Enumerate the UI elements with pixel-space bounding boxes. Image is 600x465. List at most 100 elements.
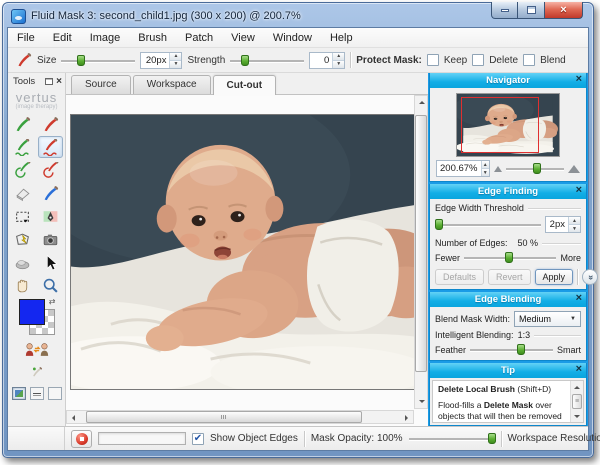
strength-slider[interactable] bbox=[230, 54, 304, 67]
view-split-button[interactable] bbox=[30, 387, 44, 400]
canvas-horizontal-scrollbar[interactable] bbox=[66, 410, 414, 424]
threshold-spin-down-button[interactable]: ▼ bbox=[569, 224, 580, 232]
scroll-right-icon[interactable] bbox=[400, 411, 413, 424]
size-slider[interactable] bbox=[61, 54, 135, 67]
defaults-button[interactable]: Defaults bbox=[435, 269, 484, 285]
scroll-up-icon[interactable] bbox=[415, 96, 428, 109]
close-navigator-icon[interactable]: × bbox=[576, 74, 582, 85]
menu-view[interactable]: View bbox=[222, 29, 264, 47]
strength-spinbox[interactable]: 0 ▲ ▼ bbox=[309, 52, 345, 69]
zoom-spin-up-button[interactable]: ▲ bbox=[482, 161, 489, 168]
menu-brush[interactable]: Brush bbox=[129, 29, 176, 47]
tip-scroll-thumb[interactable]: ≡ bbox=[572, 394, 582, 409]
pen-mask-tool[interactable] bbox=[38, 205, 63, 227]
close-tools-icon[interactable]: × bbox=[56, 77, 62, 87]
navigator-thumbnail[interactable] bbox=[456, 93, 560, 157]
feather-smart-slider[interactable] bbox=[470, 343, 553, 356]
collapse-panel-button[interactable]: « bbox=[582, 269, 598, 285]
navigator-zoom-slider[interactable] bbox=[506, 162, 564, 175]
threshold-spinbox[interactable]: 2px ▲ ▼ bbox=[545, 216, 581, 233]
pan-hand-tool[interactable] bbox=[10, 274, 35, 296]
blend-mask-width-dropdown[interactable]: Medium ▼ bbox=[514, 311, 581, 327]
navigator-view-rectangle[interactable] bbox=[461, 97, 539, 153]
edge-finding-header[interactable]: Edge Finding × bbox=[430, 184, 586, 199]
close-button[interactable]: × bbox=[545, 2, 583, 19]
protect-blend-checkbox[interactable] bbox=[523, 54, 535, 66]
tab-source[interactable]: Source bbox=[71, 75, 131, 94]
eraser-tool[interactable] bbox=[10, 182, 35, 204]
zoom-out-icon[interactable] bbox=[494, 166, 502, 172]
view-single-button[interactable] bbox=[12, 387, 26, 400]
tip-header[interactable]: Tip × bbox=[430, 363, 586, 378]
navigator-header[interactable]: Navigator × bbox=[430, 73, 586, 88]
horizontal-scroll-thumb[interactable] bbox=[86, 411, 361, 423]
blend-brush-tool[interactable] bbox=[38, 182, 63, 204]
delete-local-brush-tool[interactable] bbox=[38, 136, 63, 158]
protect-delete-label: Delete bbox=[489, 55, 518, 66]
workspace-resolution-label: Workspace Resolution: bbox=[508, 433, 600, 444]
delete-global-brush-tool[interactable] bbox=[38, 159, 63, 181]
minimize-button[interactable] bbox=[491, 2, 518, 19]
vertical-scroll-thumb[interactable] bbox=[415, 115, 427, 372]
strength-spin-down-button[interactable]: ▼ bbox=[333, 60, 344, 68]
revert-button[interactable]: Revert bbox=[488, 269, 531, 285]
menu-window[interactable]: Window bbox=[264, 29, 321, 47]
edge-width-threshold-slider[interactable] bbox=[435, 218, 541, 231]
select-arrow-tool[interactable] bbox=[38, 251, 63, 273]
more-label: More bbox=[560, 253, 581, 263]
intelligent-blending-label: Intelligent Blending: bbox=[435, 330, 514, 340]
keep-global-brush-tool[interactable] bbox=[10, 159, 35, 181]
maximize-button[interactable] bbox=[518, 2, 545, 19]
zoom-spinbox[interactable]: 200.67% ▲ ▼ bbox=[436, 160, 490, 177]
foreground-swatch[interactable] bbox=[19, 299, 45, 325]
number-of-edges-slider[interactable] bbox=[464, 251, 556, 264]
size-spinbox[interactable]: 20px ▲ ▼ bbox=[140, 52, 182, 69]
delete-brush-tool[interactable] bbox=[38, 113, 63, 135]
show-object-edges-checkbox[interactable]: ✔ bbox=[192, 433, 204, 445]
polygon-select-tool[interactable] bbox=[10, 228, 35, 250]
view-blank-button[interactable] bbox=[48, 387, 62, 400]
image-canvas[interactable] bbox=[66, 95, 428, 426]
scroll-down-icon[interactable] bbox=[415, 395, 428, 408]
float-panel-icon[interactable] bbox=[45, 78, 53, 85]
scroll-left-icon[interactable] bbox=[67, 411, 80, 424]
select-rectangle-tool[interactable] bbox=[10, 205, 35, 227]
snapshot-tool[interactable] bbox=[38, 228, 63, 250]
threshold-spin-up-button[interactable]: ▲ bbox=[569, 217, 580, 224]
tab-cut-out[interactable]: Cut-out bbox=[213, 75, 277, 95]
baby-photo[interactable] bbox=[70, 114, 426, 390]
strength-spin-up-button[interactable]: ▲ bbox=[333, 53, 344, 60]
keep-brush-tool[interactable] bbox=[10, 113, 35, 135]
swap-colors-icon[interactable]: ⇄ bbox=[49, 297, 56, 306]
protect-delete-checkbox[interactable] bbox=[472, 54, 484, 66]
zoom-tool[interactable] bbox=[38, 274, 63, 296]
canvas-vertical-scrollbar[interactable] bbox=[414, 95, 428, 409]
menu-image[interactable]: Image bbox=[81, 29, 130, 47]
menu-edit[interactable]: Edit bbox=[44, 29, 81, 47]
apply-button[interactable]: Apply bbox=[535, 269, 574, 285]
zoom-in-icon[interactable] bbox=[568, 165, 580, 173]
size-spin-down-button[interactable]: ▼ bbox=[170, 60, 181, 68]
close-edge-finding-icon[interactable]: × bbox=[576, 185, 582, 196]
menu-patch[interactable]: Patch bbox=[176, 29, 222, 47]
scroll-up-icon[interactable] bbox=[571, 381, 583, 393]
scroll-down-icon[interactable] bbox=[571, 410, 583, 422]
tab-workspace[interactable]: Workspace bbox=[133, 75, 211, 94]
mini-brush-button[interactable] bbox=[24, 361, 49, 383]
protect-keep-checkbox[interactable] bbox=[427, 54, 439, 66]
tip-shortcut: (Shift+D) bbox=[515, 384, 551, 394]
stop-button[interactable] bbox=[71, 430, 92, 448]
people-swap-button[interactable] bbox=[20, 338, 54, 360]
zoom-spin-down-button[interactable]: ▼ bbox=[482, 168, 489, 176]
close-tip-icon[interactable]: × bbox=[576, 364, 582, 375]
title-bar[interactable]: Fluid Mask 3: second_child1.jpg (300 x 2… bbox=[7, 3, 589, 27]
size-spin-up-button[interactable]: ▲ bbox=[170, 53, 181, 60]
mask-opacity-slider[interactable] bbox=[409, 432, 495, 445]
keep-local-brush-tool[interactable] bbox=[10, 136, 35, 158]
menu-file[interactable]: File bbox=[8, 29, 44, 47]
smudge-tool[interactable] bbox=[10, 251, 35, 273]
tip-scrollbar[interactable]: ≡ bbox=[570, 381, 583, 422]
edge-blending-header[interactable]: Edge Blending × bbox=[430, 292, 586, 307]
close-edge-blending-icon[interactable]: × bbox=[576, 293, 582, 304]
menu-help[interactable]: Help bbox=[321, 29, 362, 47]
